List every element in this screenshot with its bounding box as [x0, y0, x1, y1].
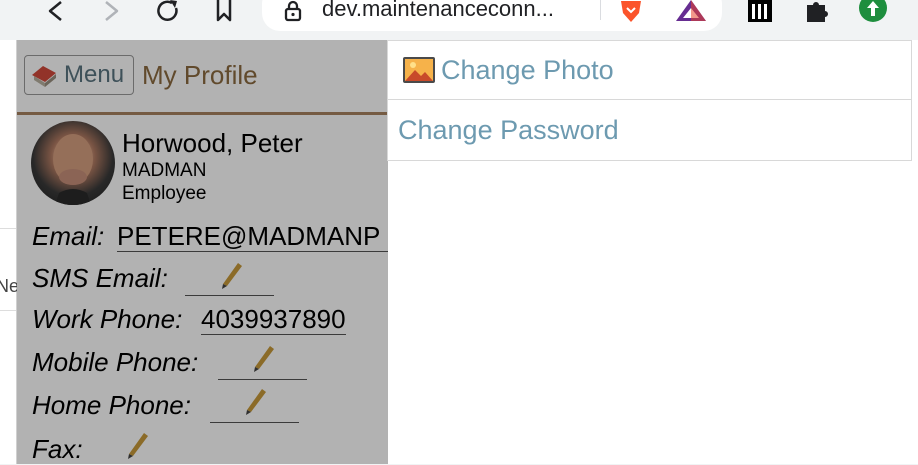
background-window-strip: in Ne	[0, 0, 19, 464]
background-divider	[0, 310, 16, 311]
bookmark-icon[interactable]	[212, 0, 236, 22]
back-arrow-icon[interactable]	[44, 0, 68, 22]
extensions-puzzle-icon[interactable]	[802, 0, 832, 22]
lock-icon[interactable]	[282, 0, 304, 22]
change-password-item[interactable]: Change Password	[388, 101, 911, 159]
brave-rewards-triangle-icon[interactable]	[674, 0, 708, 22]
background-divider	[0, 228, 16, 229]
brave-lion-icon[interactable]	[616, 0, 646, 22]
change-password-label: Change Password	[398, 114, 619, 145]
picture-icon	[402, 56, 436, 84]
url-text[interactable]: dev.maintenanceconn...	[322, 0, 554, 22]
profile-actions-menu: Change Photo Change Password	[387, 40, 912, 161]
browser-toolbar: dev.maintenanceconn...	[0, 0, 918, 40]
reload-icon[interactable]	[155, 0, 181, 22]
change-photo-label: Change Photo	[441, 54, 614, 85]
forward-arrow-icon[interactable]	[99, 0, 123, 22]
library-extension-icon[interactable]	[745, 0, 775, 22]
address-separator	[600, 0, 601, 20]
change-photo-item[interactable]: Change Photo	[388, 41, 911, 100]
modal-backdrop[interactable]	[17, 40, 388, 464]
update-arrow-icon[interactable]	[858, 0, 888, 22]
